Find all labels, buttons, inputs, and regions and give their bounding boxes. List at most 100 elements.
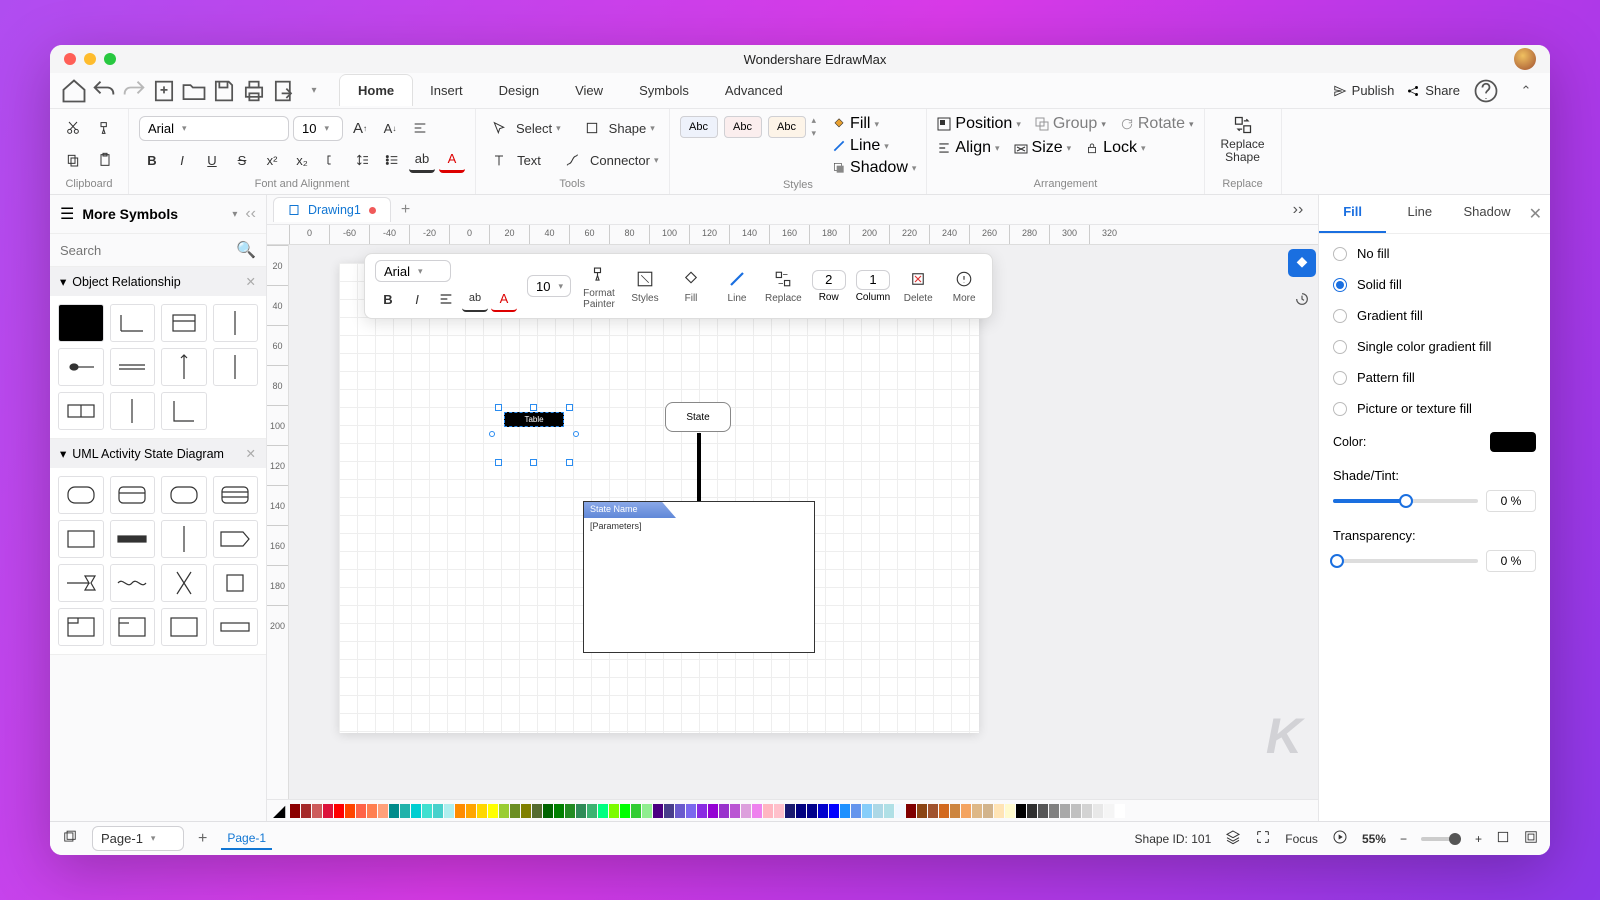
connector-tool-icon[interactable] xyxy=(560,147,586,173)
replace-shape-button[interactable]: Replace Shape xyxy=(1215,115,1271,164)
float-styles[interactable]: Styles xyxy=(627,268,663,304)
palette-swatch[interactable] xyxy=(1071,804,1081,818)
rtab-shadow[interactable]: Shadow xyxy=(1453,195,1520,233)
palette-swatch[interactable] xyxy=(521,804,531,818)
print-icon[interactable] xyxy=(240,77,268,105)
transparency-value[interactable]: 0 % xyxy=(1486,550,1536,572)
group-dropdown[interactable]: Group▾ xyxy=(1035,115,1106,133)
palette-swatch[interactable] xyxy=(1016,804,1026,818)
font-shrink-icon[interactable]: A↓ xyxy=(377,115,403,141)
paper[interactable]: Arial▾ B I ab A 10▾ Format Paint xyxy=(339,263,979,733)
palette-swatch[interactable] xyxy=(510,804,520,818)
copy-icon[interactable] xyxy=(60,147,86,173)
palette-swatch[interactable] xyxy=(631,804,641,818)
user-avatar[interactable] xyxy=(1514,48,1536,70)
maximize-window-icon[interactable] xyxy=(104,53,116,65)
shape-thumb[interactable] xyxy=(161,392,207,430)
palette-swatch[interactable] xyxy=(895,804,905,818)
shape-thumb[interactable] xyxy=(110,520,156,558)
share-button[interactable]: Share xyxy=(1406,83,1460,98)
cut-icon[interactable] xyxy=(60,115,86,141)
style-preset-3[interactable]: Abc xyxy=(768,116,806,138)
shape-thumb[interactable] xyxy=(213,520,259,558)
sidebar-collapse-icon[interactable]: ‹‹ xyxy=(245,205,256,223)
tab-home[interactable]: Home xyxy=(340,75,412,106)
palette-swatch[interactable] xyxy=(422,804,432,818)
more-quick-icon[interactable]: ▾ xyxy=(300,77,328,105)
save-icon[interactable] xyxy=(210,77,238,105)
connector-line[interactable] xyxy=(697,433,701,503)
float-bold-icon[interactable]: B xyxy=(375,286,401,312)
zoom-in-icon[interactable]: + xyxy=(1475,832,1482,846)
doc-tab-drawing1[interactable]: Drawing1 xyxy=(273,197,391,222)
palette-swatch[interactable] xyxy=(1060,804,1070,818)
rtab-line[interactable]: Line xyxy=(1386,195,1453,233)
tab-view[interactable]: View xyxy=(557,75,621,106)
palette-swatch[interactable] xyxy=(840,804,850,818)
float-row-count[interactable]: 2 xyxy=(812,270,846,290)
font-color-icon[interactable]: A xyxy=(439,147,465,173)
focus-toggle-icon[interactable] xyxy=(1255,829,1271,848)
palette-swatch[interactable] xyxy=(367,804,377,818)
italic-icon[interactable]: I xyxy=(169,147,195,173)
float-fontcolor-icon[interactable]: A xyxy=(491,286,517,312)
select-tool-icon[interactable] xyxy=(486,115,512,141)
palette-swatch[interactable] xyxy=(851,804,861,818)
palette-swatch[interactable] xyxy=(928,804,938,818)
font-grow-icon[interactable]: A↑ xyxy=(347,115,373,141)
state-shape[interactable]: State xyxy=(665,402,731,432)
fit-page-icon[interactable] xyxy=(1496,830,1510,847)
fill-dropdown[interactable]: Fill▾ xyxy=(832,115,879,133)
page-select[interactable]: Page-1▾ xyxy=(92,826,184,851)
float-delete[interactable]: Delete xyxy=(900,268,936,304)
palette-swatch[interactable] xyxy=(466,804,476,818)
palette-swatch[interactable] xyxy=(664,804,674,818)
text-direction-icon[interactable] xyxy=(319,147,345,173)
focus-label[interactable]: Focus xyxy=(1285,832,1318,846)
presentation-icon[interactable] xyxy=(1332,829,1348,848)
zoom-out-icon[interactable]: − xyxy=(1400,832,1407,846)
shape-thumb[interactable] xyxy=(58,476,104,514)
radio-single-gradient[interactable]: Single color gradient fill xyxy=(1333,339,1536,354)
palette-swatch[interactable] xyxy=(796,804,806,818)
search-input[interactable] xyxy=(60,243,236,258)
palette-swatch[interactable] xyxy=(1104,804,1114,818)
text-tool-label[interactable]: Text xyxy=(516,147,542,173)
palette-swatch[interactable] xyxy=(411,804,421,818)
shape-thumb[interactable] xyxy=(58,520,104,558)
float-highlight-icon[interactable]: ab xyxy=(462,286,488,312)
radio-solid-fill[interactable]: Solid fill xyxy=(1333,277,1536,292)
radio-picture-fill[interactable]: Picture or texture fill xyxy=(1333,401,1536,416)
palette-swatch[interactable] xyxy=(939,804,949,818)
float-replace[interactable]: Replace xyxy=(765,268,802,304)
text-tool-icon[interactable] xyxy=(486,147,512,173)
export-icon[interactable] xyxy=(270,77,298,105)
shape-thumb[interactable] xyxy=(213,564,259,602)
underline-icon[interactable]: U xyxy=(199,147,225,173)
palette-swatch[interactable] xyxy=(961,804,971,818)
radio-gradient-fill[interactable]: Gradient fill xyxy=(1333,308,1536,323)
shape-thumb[interactable] xyxy=(213,476,259,514)
add-page-button[interactable]: + xyxy=(198,830,207,848)
font-select[interactable]: Arial▾ xyxy=(139,116,289,141)
palette-swatch[interactable] xyxy=(1005,804,1015,818)
shape-thumb[interactable] xyxy=(110,304,156,342)
palette-swatch[interactable] xyxy=(565,804,575,818)
shape-thumb[interactable] xyxy=(58,348,104,386)
palette-swatch[interactable] xyxy=(356,804,366,818)
palette-swatch[interactable] xyxy=(1027,804,1037,818)
palette-swatch[interactable] xyxy=(389,804,399,818)
palette-swatch[interactable] xyxy=(785,804,795,818)
palette-swatch[interactable] xyxy=(444,804,454,818)
format-painter-icon[interactable] xyxy=(92,115,118,141)
palette-swatch[interactable] xyxy=(818,804,828,818)
minimize-window-icon[interactable] xyxy=(84,53,96,65)
palette-swatch[interactable] xyxy=(653,804,663,818)
zoom-slider[interactable] xyxy=(1421,837,1461,841)
palette-swatch[interactable] xyxy=(290,804,300,818)
open-file-icon[interactable] xyxy=(180,77,208,105)
shape-thumb[interactable] xyxy=(110,392,156,430)
shape-thumb[interactable] xyxy=(58,564,104,602)
close-window-icon[interactable] xyxy=(64,53,76,65)
float-font-select[interactable]: Arial▾ xyxy=(375,260,451,282)
